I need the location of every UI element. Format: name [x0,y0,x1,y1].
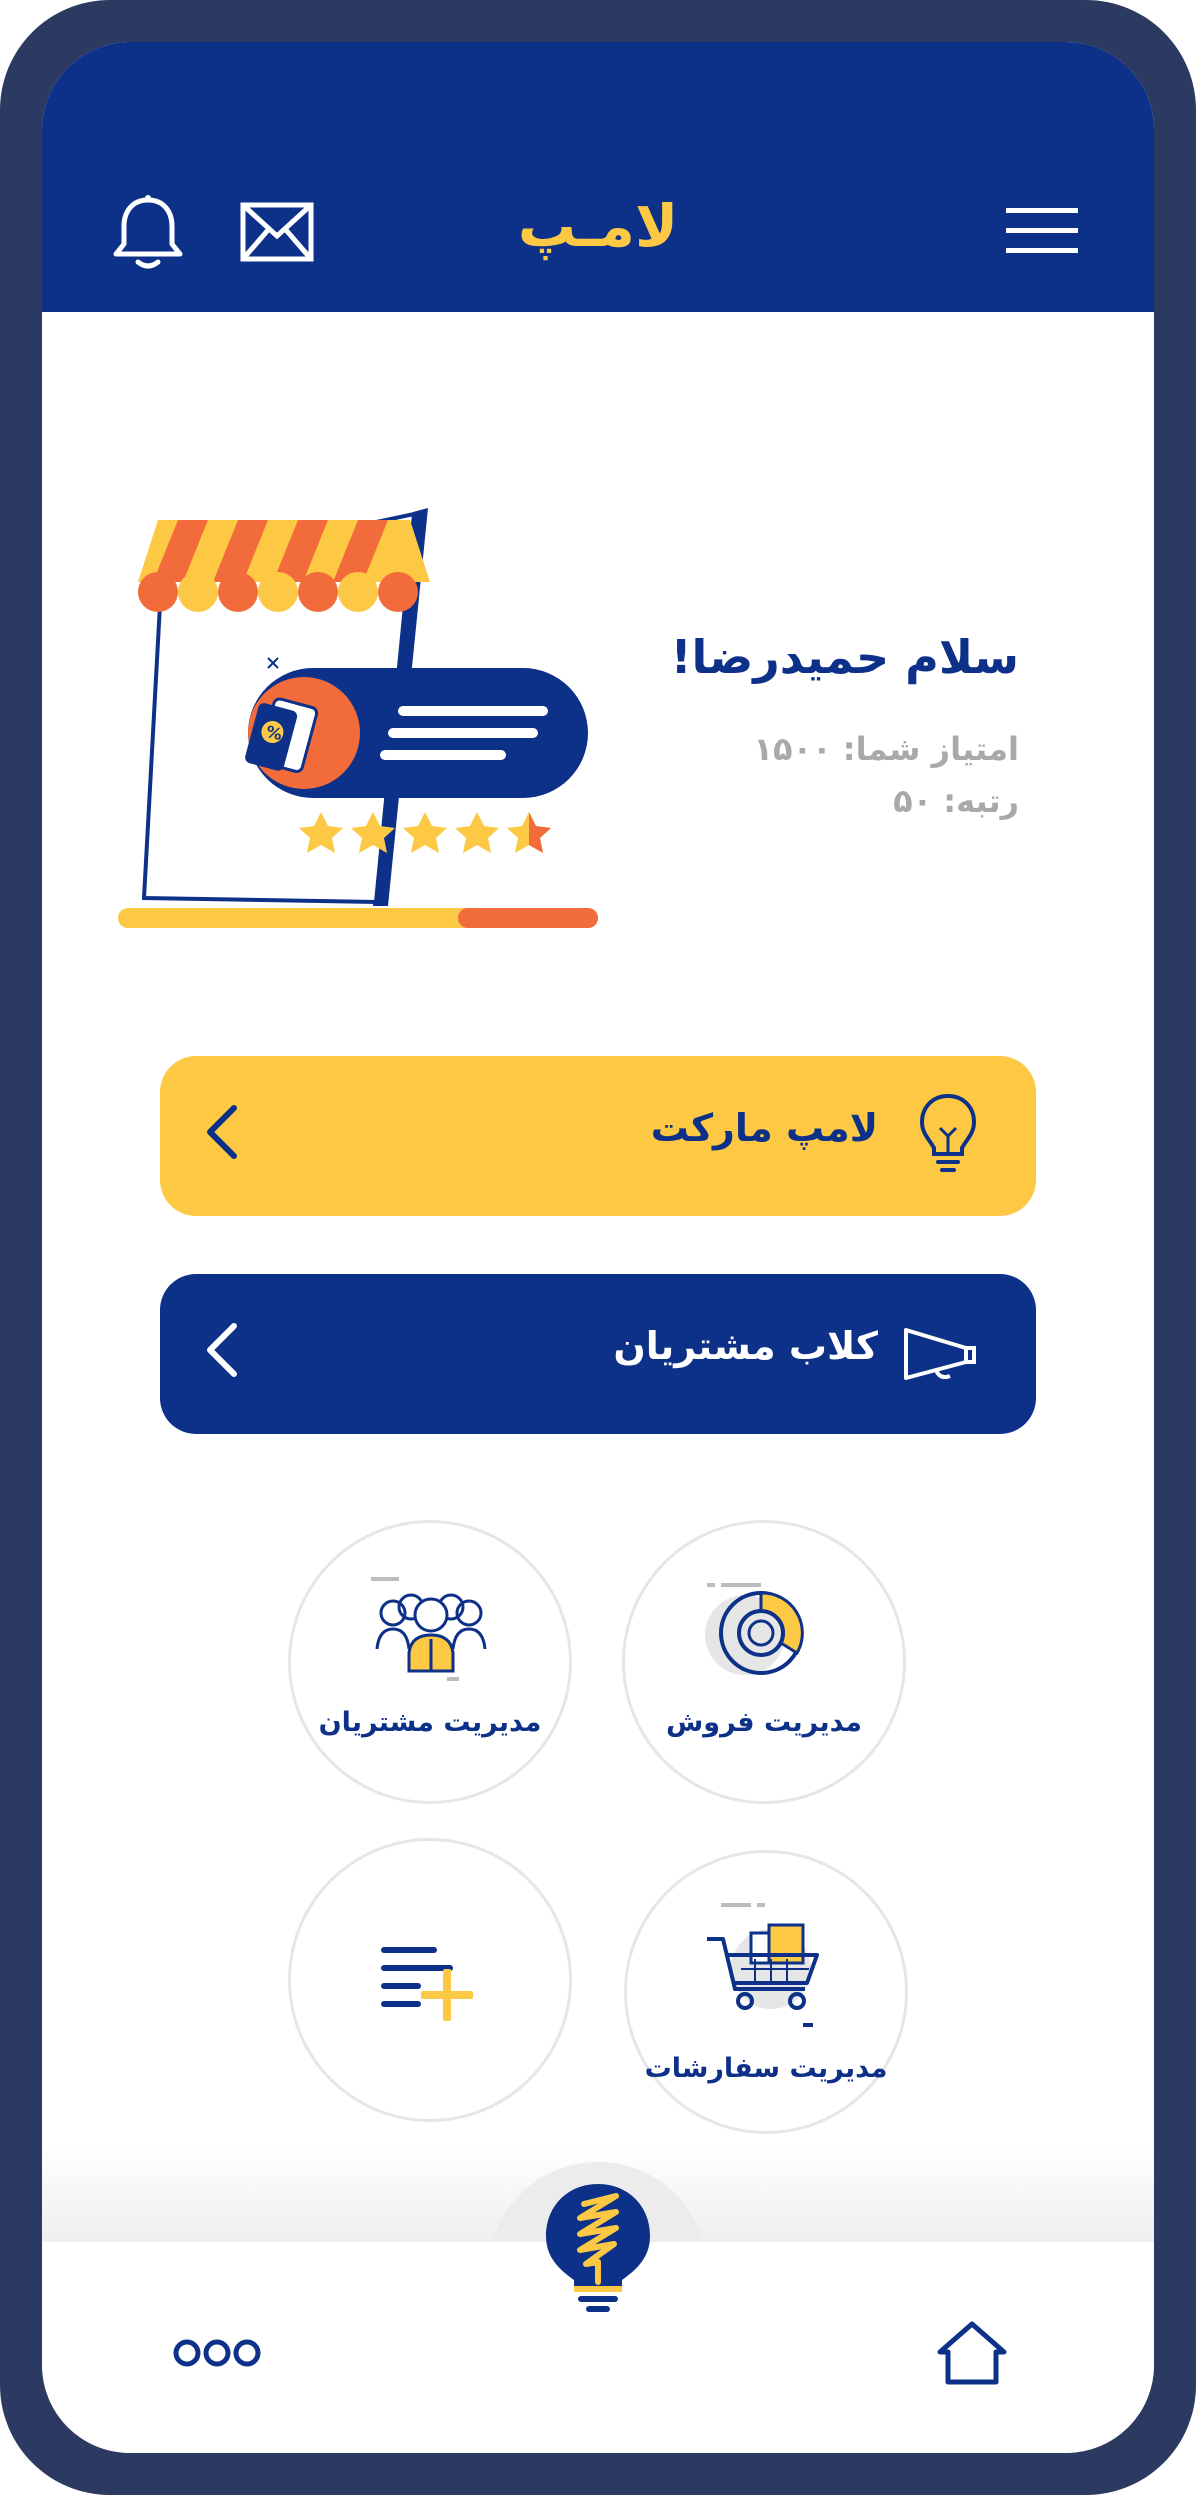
users-group-icon [371,1577,487,1681]
lamp-market-button[interactable]: لامپ مارکت [160,1056,1036,1216]
bell-icon[interactable] [110,192,186,276]
lightbulb-icon [918,1092,978,1182]
customer-management-tile[interactable]: مدیریت مشتریان [288,1520,572,1804]
add-list-icon [381,1947,473,2021]
chevron-left-icon [204,1322,240,1382]
sales-management-label: مدیریت فروش [666,1707,862,1738]
sales-management-tile[interactable]: مدیریت فروش [622,1520,906,1804]
storefront-illustration: % [118,508,658,942]
app-screen: لامـپ % سلام حمیدرضا! امتیاز شما: ۱۵۰۰ ر… [42,42,1154,2453]
customer-club-label: کلاب مشتریان [613,1324,878,1368]
order-management-tile[interactable]: مدیریت سفارشات [624,1850,908,2134]
customer-management-label: مدیریت مشتریان [318,1707,542,1738]
app-title: لامـپ [517,192,679,260]
bulb-logo-icon[interactable] [544,2182,652,2314]
chevron-left-icon [204,1104,240,1164]
home-icon[interactable] [936,2320,1008,2390]
customer-club-button[interactable]: کلاب مشتریان [160,1274,1036,1434]
points-text: امتیاز شما: ۱۵۰۰ [753,730,1019,768]
hamburger-menu-icon[interactable] [1006,206,1078,260]
lamp-market-label: لامپ مارکت [650,1106,878,1150]
add-item-tile[interactable] [288,1838,572,2122]
app-header: لامـپ [42,42,1154,312]
shopping-cart-icon [707,1903,819,2027]
pie-chart-icon [705,1583,804,1675]
envelope-icon[interactable] [240,202,314,266]
rank-text: رتبه: ۵۰ [893,782,1019,820]
greeting-text: سلام حمیدرضا! [670,630,1019,684]
megaphone-icon [902,1326,978,1386]
device-frame: لامـپ % سلام حمیدرضا! امتیاز شما: ۱۵۰۰ ر… [0,0,1196,2495]
more-dots-icon[interactable] [172,2338,262,2372]
order-management-label: مدیریت سفارشات [644,2053,888,2084]
